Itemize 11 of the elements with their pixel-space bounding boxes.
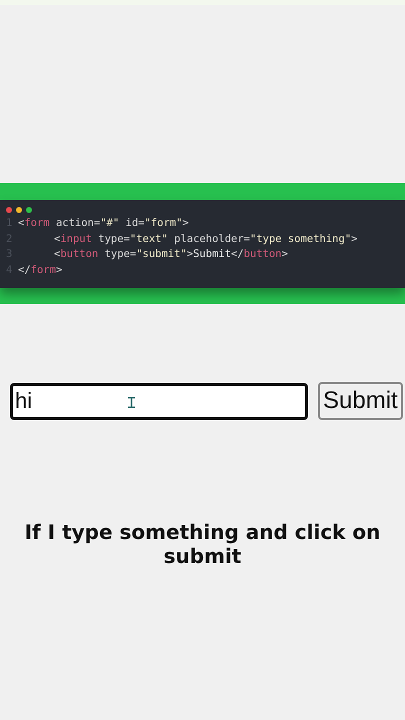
minimize-dot-icon — [16, 207, 22, 213]
code-line: <input type="text" placeholder="type something"> — [53, 232, 358, 246]
maximize-dot-icon — [26, 207, 32, 213]
submit-button[interactable]: Submit — [318, 382, 403, 420]
code-line: <form action="#" id="form"> — [18, 216, 189, 231]
text-input[interactable]: hi — [10, 382, 308, 420]
code-line: </form> — [18, 262, 62, 278]
code-line: <button type="submit">Submit</button> — [53, 247, 288, 262]
caption: If I type something and click on submit — [24, 520, 382, 568]
text-cursor-icon — [128, 396, 135, 408]
close-dot-icon — [6, 207, 12, 213]
